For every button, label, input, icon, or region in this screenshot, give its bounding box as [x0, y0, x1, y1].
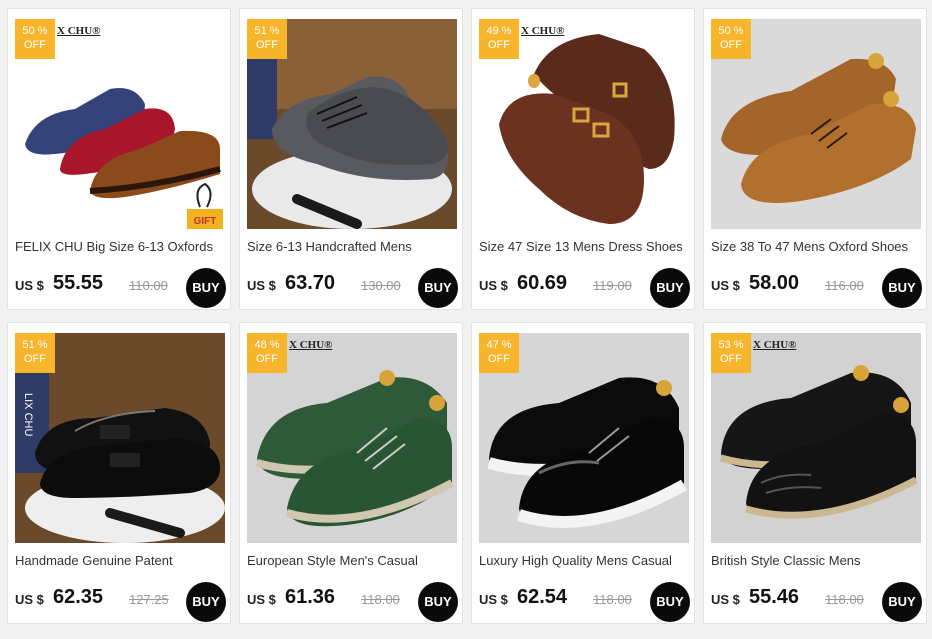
product-card[interactable]: GIFT 50 % OFF X CHU® FELIX CHU Big Size … [7, 8, 231, 310]
original-price: 118.00 [361, 592, 400, 607]
buy-button[interactable]: BUY [882, 582, 922, 622]
sale-price: 62.54 [517, 586, 568, 608]
currency-label: US $ [247, 278, 276, 293]
original-price: 127.25 [129, 592, 169, 607]
original-price: 110.00 [129, 278, 168, 293]
discount-badge: 53 % OFF [711, 333, 751, 373]
currency-label: US $ [711, 278, 740, 293]
discount-badge: 51 % OFF [247, 19, 287, 59]
price-row: US $ 58.00 116.00 BUY [711, 268, 923, 312]
discount-badge: 49 % OFF [479, 19, 519, 59]
price-row: US $ 62.54 118.00 BUY [479, 582, 691, 626]
sale-price: 55.46 [749, 586, 800, 608]
product-image[interactable]: 49 % OFF X CHU® [479, 19, 689, 229]
product-title[interactable]: European Style Men's Casual [247, 553, 459, 568]
original-price: 130.00 [361, 278, 401, 293]
product-image[interactable]: 50 % OFF [711, 19, 921, 229]
price-row: US $ 55.46 118.00 BUY [711, 582, 923, 626]
original-price: 118.00 [825, 592, 864, 607]
price-row: US $ 60.69 119.00 BUY [479, 268, 691, 312]
currency-label: US $ [247, 592, 276, 607]
original-price: 116.00 [825, 278, 864, 293]
product-card[interactable]: 48 % OFF X CHU® European Style Men's Cas… [239, 322, 463, 624]
buy-button[interactable]: BUY [418, 582, 458, 622]
product-card[interactable]: 51 % OFF Size 6-13 Handcrafted Mens US $… [239, 8, 463, 310]
discount-badge: 50 % OFF [15, 19, 55, 59]
buy-button[interactable]: BUY [186, 582, 226, 622]
gift-icon: GIFT [187, 209, 223, 229]
currency-label: US $ [15, 592, 44, 607]
product-title[interactable]: Size 47 Size 13 Mens Dress Shoes [479, 239, 691, 254]
buy-button[interactable]: BUY [882, 268, 922, 308]
sale-price: 62.35 [53, 586, 104, 608]
product-image[interactable]: GIFT 50 % OFF X CHU® [15, 19, 225, 229]
original-price: 119.00 [593, 278, 632, 293]
price-row: US $ 63.70 130.00 BUY [247, 268, 459, 312]
product-title[interactable]: Luxury High Quality Mens Casual [479, 553, 691, 568]
brand-label: X CHU® [57, 25, 101, 37]
brand-label: X CHU® [753, 339, 797, 351]
sale-price: 61.36 [285, 586, 336, 608]
currency-label: US $ [479, 592, 508, 607]
sale-price: 60.69 [517, 272, 568, 294]
price-row: US $ 61.36 118.00 BUY [247, 582, 459, 626]
price-row: US $ 55.55 110.00 BUY [15, 268, 227, 312]
product-card[interactable]: 47 % OFF Luxury High Quality Mens Casual… [471, 322, 695, 624]
product-title[interactable]: Handmade Genuine Patent [15, 553, 227, 568]
currency-label: US $ [15, 278, 44, 293]
product-title[interactable]: Size 38 To 47 Mens Oxford Shoes [711, 239, 923, 254]
product-image[interactable]: 53 % OFF X CHU® [711, 333, 921, 543]
buy-button[interactable]: BUY [650, 268, 690, 308]
product-card[interactable]: LIX CHU 51 % OFF Handmade Genuine Patent… [7, 322, 231, 624]
box-brand-text: LIX CHU [22, 393, 34, 436]
price-row: US $ 62.35 127.25 BUY [15, 582, 227, 626]
discount-badge: 47 % OFF [479, 333, 519, 373]
product-card[interactable]: 49 % OFF X CHU® Size 47 Size 13 Mens Dre… [471, 8, 695, 310]
buy-button[interactable]: BUY [650, 582, 690, 622]
currency-label: US $ [711, 592, 740, 607]
brand-label: X CHU® [521, 25, 565, 37]
discount-badge: 51 % OFF [15, 333, 55, 373]
sale-price: 63.70 [285, 272, 336, 294]
sale-price: 58.00 [749, 272, 800, 294]
discount-badge: 50 % OFF [711, 19, 751, 59]
product-title[interactable]: British Style Classic Mens [711, 553, 923, 568]
product-title[interactable]: Size 6-13 Handcrafted Mens [247, 239, 459, 254]
sale-price: 55.55 [53, 272, 104, 294]
buy-button[interactable]: BUY [418, 268, 458, 308]
product-image[interactable]: 47 % OFF [479, 333, 689, 543]
gift-label: GIFT [194, 216, 217, 227]
brand-label: X CHU® [289, 339, 333, 351]
product-image[interactable]: 48 % OFF X CHU® [247, 333, 457, 543]
original-price: 118.00 [593, 592, 632, 607]
discount-badge: 48 % OFF [247, 333, 287, 373]
product-image[interactable]: 51 % OFF [247, 19, 457, 229]
buy-button[interactable]: BUY [186, 268, 226, 308]
currency-label: US $ [479, 278, 508, 293]
product-image[interactable]: LIX CHU 51 % OFF [15, 333, 225, 543]
product-card[interactable]: 53 % OFF X CHU® British Style Classic Me… [703, 322, 927, 624]
product-title[interactable]: FELIX CHU Big Size 6-13 Oxfords [15, 239, 227, 254]
product-card[interactable]: 50 % OFF Size 38 To 47 Mens Oxford Shoes… [703, 8, 927, 310]
product-grid: GIFT 50 % OFF X CHU® FELIX CHU Big Size … [0, 0, 932, 639]
